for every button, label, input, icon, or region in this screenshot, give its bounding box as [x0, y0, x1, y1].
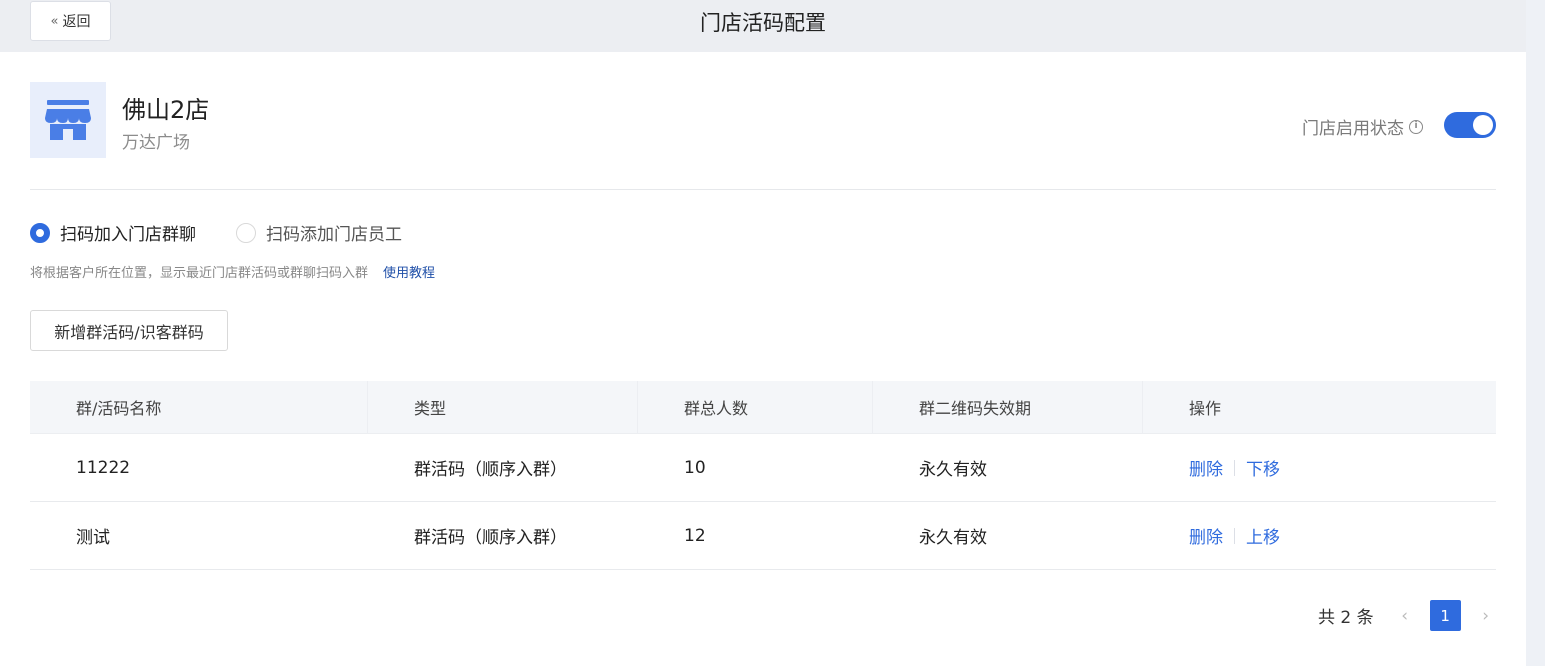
radio-join-group-chat[interactable]: 扫码加入门店群聊: [30, 220, 196, 245]
column-header-count: 群总人数: [638, 380, 873, 434]
cell-type: 群活码（顺序入群）: [414, 460, 567, 480]
store-status-text: 门店启用状态: [1302, 119, 1404, 139]
pagination: 共 2 条 ‹ 1 ›: [1318, 600, 1501, 631]
move-up-link[interactable]: 上移: [1246, 523, 1280, 548]
mode-hint: 将根据客户所在位置，显示最近门店群活码或群聊扫码入群 使用教程: [30, 262, 435, 281]
tutorial-link[interactable]: 使用教程: [383, 262, 435, 281]
store-location: 万达广场: [122, 133, 190, 153]
action-separator: [1234, 459, 1235, 476]
column-header-name: 群/活码名称: [30, 380, 368, 434]
column-header-type: 类型: [368, 380, 638, 434]
delete-link[interactable]: 删除: [1189, 523, 1223, 548]
store-icon: [30, 82, 106, 158]
hint-text: 将根据客户所在位置，显示最近门店群活码或群聊扫码入群: [30, 266, 369, 281]
mode-radio-group: 扫码加入门店群聊 扫码添加门店员工: [30, 220, 402, 245]
cell-actions: 删除 下移: [1143, 455, 1496, 480]
column-header-actions: 操作: [1189, 399, 1222, 418]
radio-label: 扫码加入门店群聊: [60, 225, 196, 245]
toggle-knob: [1473, 115, 1493, 135]
cell-expiry: 永久有效: [919, 460, 987, 480]
double-chevron-left-icon: «: [50, 13, 59, 29]
column-header-expiry: 群二维码失效期: [873, 380, 1143, 434]
table-row: 测试 群活码（顺序入群） 12 永久有效 删除 上移: [30, 502, 1496, 570]
store-front-icon: [45, 100, 91, 140]
back-button[interactable]: « 返回: [30, 1, 111, 41]
chevron-left-icon[interactable]: ‹: [1390, 606, 1420, 626]
radio-add-staff[interactable]: 扫码添加门店员工: [236, 220, 402, 245]
cell-type: 群活码（顺序入群）: [414, 528, 567, 548]
main-content: 佛山2店 万达广场 门店启用状态 i 扫码加入门店群聊 扫码添加门店员工 将根据…: [0, 52, 1526, 666]
table-header: 群/活码名称 类型 群总人数 群二维码失效期 操作: [30, 380, 1496, 434]
info-icon[interactable]: i: [1409, 119, 1423, 134]
group-code-table: 群/活码名称 类型 群总人数 群二维码失效期 操作 11222 群活码（顺序入群…: [30, 380, 1496, 570]
pagination-total: 共 2 条: [1318, 608, 1374, 628]
store-status-label: 门店启用状态 i: [1302, 114, 1423, 139]
page-title: 门店活码配置: [700, 11, 826, 35]
cell-count: 12: [684, 525, 706, 546]
cell-name: 11222: [76, 457, 131, 478]
cell-expiry: 永久有效: [919, 528, 987, 548]
back-button-label: 返回: [62, 14, 91, 30]
divider: [30, 189, 1496, 190]
chevron-right-icon[interactable]: ›: [1471, 606, 1501, 626]
radio-unchecked-icon: [236, 222, 256, 243]
cell-name: 测试: [76, 528, 110, 548]
radio-checked-icon: [30, 222, 50, 243]
page-header: 门店活码配置 « 返回: [0, 0, 1526, 52]
scrollbar-track[interactable]: [1526, 0, 1545, 666]
page-number-current[interactable]: 1: [1429, 600, 1461, 631]
action-separator: [1234, 527, 1235, 544]
delete-link[interactable]: 删除: [1189, 455, 1223, 480]
cell-count: 10: [684, 457, 706, 478]
radio-label: 扫码添加门店员工: [266, 225, 402, 245]
table-row: 11222 群活码（顺序入群） 10 永久有效 删除 下移: [30, 434, 1496, 502]
store-status-toggle[interactable]: [1444, 112, 1496, 138]
add-group-code-button[interactable]: 新增群活码/识客群码: [30, 310, 228, 351]
move-down-link[interactable]: 下移: [1246, 455, 1280, 480]
page: 门店活码配置 « 返回 佛山2店 万达广场 门店启用状态 i 扫码加入门店群聊 …: [0, 0, 1545, 666]
cell-actions: 删除 上移: [1143, 523, 1496, 548]
store-name: 佛山2店: [122, 96, 210, 124]
